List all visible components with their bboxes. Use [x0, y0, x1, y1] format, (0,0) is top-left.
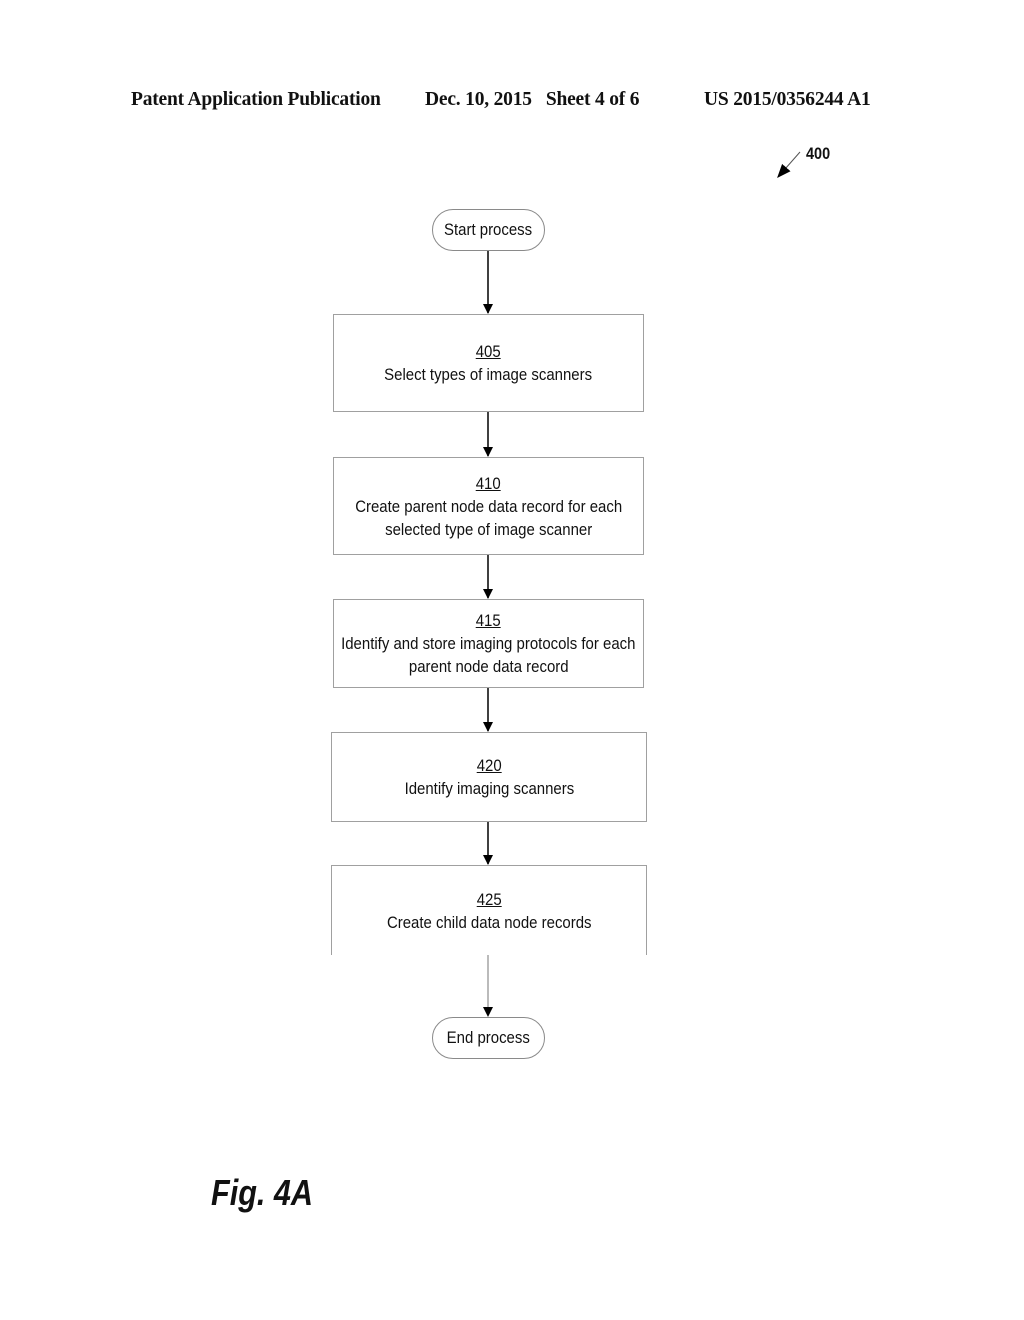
- step-number: 415: [476, 611, 501, 630]
- reference-arrow: [777, 151, 801, 179]
- step-text: Identify and store imaging protocols for…: [341, 634, 636, 653]
- step-number: 420: [476, 756, 502, 775]
- step-number: 405: [476, 342, 501, 361]
- step-410-box: 410 Create parent node data record for e…: [333, 457, 644, 555]
- figure-label: Fig. 4A: [211, 1172, 314, 1213]
- step-text: Create parent node data record for each: [355, 496, 622, 516]
- step-text: Select types of image scanners: [384, 365, 593, 384]
- step-number: 410: [476, 473, 501, 493]
- step-420-box: 420 Identify imaging scanners: [331, 732, 647, 822]
- end-terminator: End process: [432, 1017, 545, 1059]
- start-terminator: Start process: [432, 209, 545, 251]
- step-425-box: 425 Create child data node records: [331, 865, 647, 955]
- step-number: 425: [476, 889, 502, 909]
- end-label: End process: [446, 1028, 531, 1047]
- step-text: selected type of image scanner: [384, 519, 593, 539]
- step-405-box: 405 Select types of image scanners: [333, 314, 644, 412]
- step-text: parent node data record: [408, 657, 569, 676]
- step-text: Create child data node records: [386, 912, 592, 932]
- step-text: Identify imaging scanners: [404, 779, 574, 798]
- step-415-box: 415 Identify and store imaging protocols…: [333, 599, 644, 688]
- start-label: Start process: [444, 220, 533, 239]
